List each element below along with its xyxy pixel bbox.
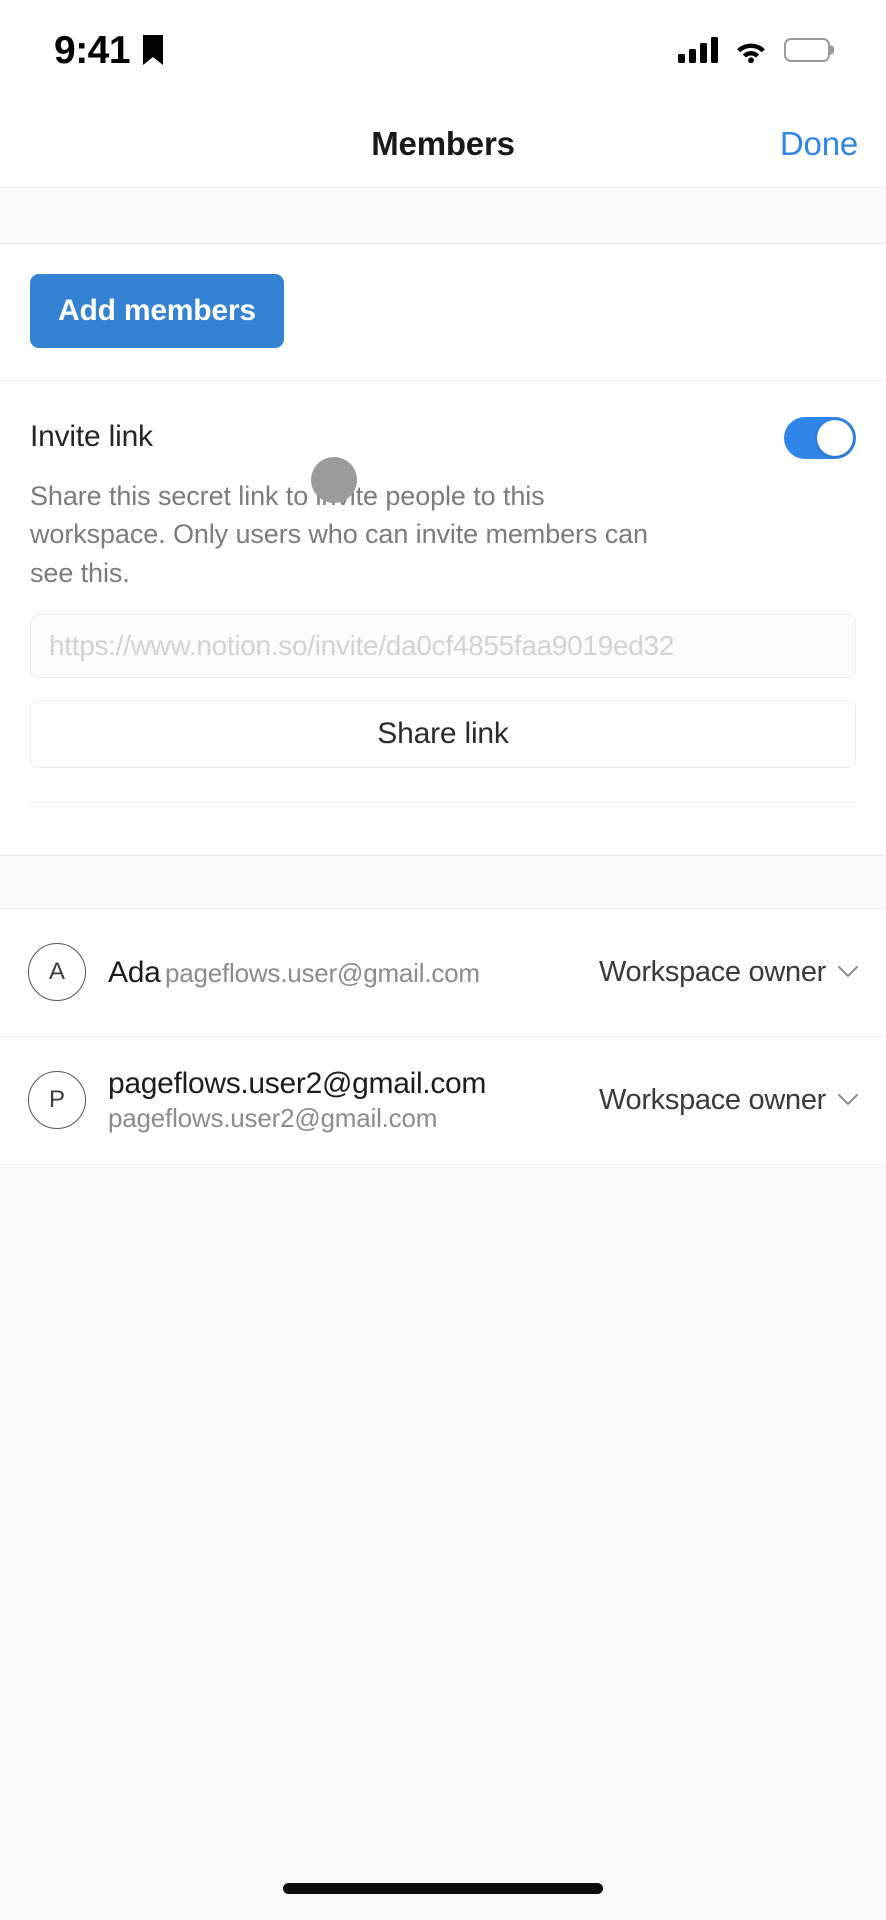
cellular-signal-icon bbox=[678, 37, 718, 63]
phone-screen: 9:41 Members Done Add members Invite lin… bbox=[0, 0, 886, 1920]
member-name: Ada bbox=[108, 955, 161, 989]
share-link-button[interactable]: Share link bbox=[30, 699, 856, 768]
invite-url-field[interactable]: https://www.notion.so/invite/da0cf4855fa… bbox=[30, 613, 856, 678]
invite-link-section: Invite link Share this secret link to in… bbox=[0, 381, 886, 855]
invite-link-title: Invite link bbox=[30, 420, 153, 453]
member-email: pageflows.user2@gmail.com bbox=[108, 1103, 438, 1134]
status-bar-time: 9:41 bbox=[54, 28, 131, 72]
member-info: Ada pageflows.user@gmail.com bbox=[108, 954, 589, 992]
add-members-section: Add members bbox=[0, 244, 886, 381]
invite-section-padding bbox=[30, 803, 856, 855]
section-spacer-top bbox=[0, 188, 886, 244]
table-row[interactable]: A Ada pageflows.user@gmail.com Workspace… bbox=[0, 909, 886, 1037]
chevron-down-icon bbox=[838, 966, 858, 978]
role-dropdown[interactable]: Workspace owner bbox=[589, 956, 858, 989]
members-list: A Ada pageflows.user@gmail.com Workspace… bbox=[0, 908, 886, 1165]
nav-bar: Members Done bbox=[0, 100, 886, 188]
invite-link-toggle[interactable] bbox=[784, 417, 856, 459]
role-label: Workspace owner bbox=[598, 1083, 826, 1116]
empty-scroll-area bbox=[0, 1164, 886, 1920]
home-indicator[interactable] bbox=[283, 1883, 603, 1894]
toggle-knob bbox=[817, 420, 853, 456]
role-dropdown[interactable]: Workspace owner bbox=[589, 1084, 858, 1117]
invite-link-header: Invite link bbox=[30, 415, 856, 459]
avatar: P bbox=[28, 1071, 86, 1130]
member-email: pageflows.user@gmail.com bbox=[164, 957, 480, 988]
touch-cursor-indicator bbox=[311, 457, 357, 503]
battery-icon bbox=[784, 38, 830, 62]
invite-url-value: https://www.notion.so/invite/da0cf4855fa… bbox=[49, 629, 675, 661]
section-spacer-middle bbox=[0, 854, 886, 909]
role-label: Workspace owner bbox=[598, 955, 826, 988]
member-name: pageflows.user2@gmail.com bbox=[108, 1066, 487, 1100]
status-bar-right bbox=[678, 37, 830, 63]
wifi-icon bbox=[737, 43, 765, 63]
page-title: Members bbox=[371, 124, 515, 162]
member-info: pageflows.user2@gmail.com pageflows.user… bbox=[108, 1065, 589, 1136]
status-bar-left: 9:41 bbox=[54, 28, 164, 72]
add-members-button[interactable]: Add members bbox=[30, 274, 284, 348]
bookmark-icon bbox=[143, 35, 164, 65]
table-row[interactable]: P pageflows.user2@gmail.com pageflows.us… bbox=[0, 1037, 886, 1165]
chevron-down-icon bbox=[838, 1094, 858, 1106]
done-button[interactable]: Done bbox=[780, 125, 858, 163]
status-bar: 9:41 bbox=[0, 0, 886, 100]
avatar: A bbox=[28, 943, 86, 1002]
